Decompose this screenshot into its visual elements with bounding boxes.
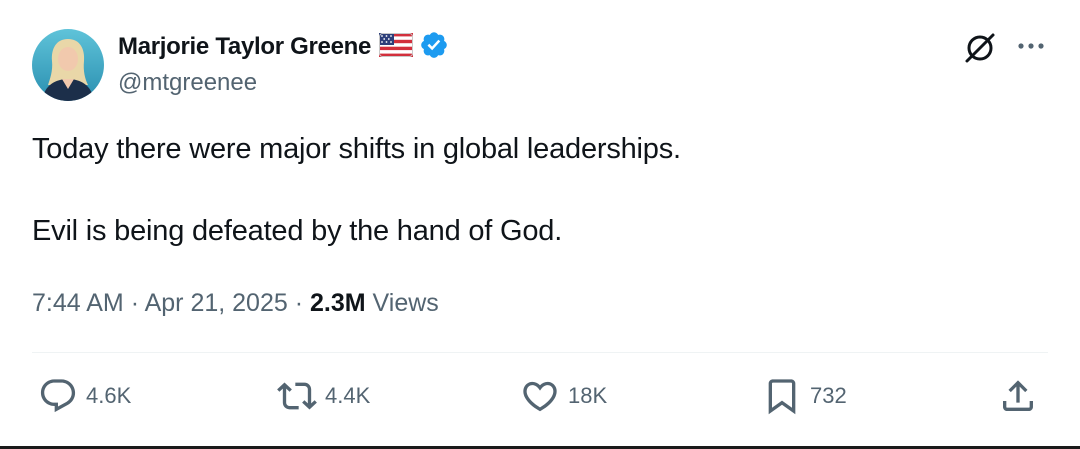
tweet-meta: 7:44 AM · Apr 21, 2025 · 2.3M Views bbox=[32, 289, 439, 318]
bookmark-button[interactable]: 732 bbox=[762, 376, 847, 416]
author-name[interactable]: Marjorie Taylor Greene bbox=[118, 33, 371, 61]
bookmark-icon bbox=[768, 379, 796, 415]
grok-icon[interactable] bbox=[962, 30, 998, 66]
tweet-time[interactable]: 7:44 AM bbox=[32, 289, 124, 317]
divider bbox=[32, 352, 1048, 353]
repost-count: 4.4K bbox=[325, 383, 371, 408]
author-handle[interactable]: @mtgreenee bbox=[118, 69, 257, 97]
reply-button[interactable]: 4.6K bbox=[38, 376, 131, 416]
reply-icon bbox=[40, 379, 76, 413]
tweet-date[interactable]: Apr 21, 2025 bbox=[145, 289, 288, 317]
repost-button[interactable]: 4.4K bbox=[277, 376, 370, 416]
more-options-icon[interactable] bbox=[1015, 34, 1047, 58]
us-flag-icon bbox=[379, 32, 414, 62]
repost-icon bbox=[277, 382, 317, 410]
tweet-text-line: Evil is being defeated by the hand of Go… bbox=[32, 215, 563, 247]
meta-separator: · bbox=[294, 289, 310, 317]
views-label: Views bbox=[372, 289, 439, 317]
author-name-row[interactable]: Marjorie Taylor Greene bbox=[118, 30, 449, 65]
share-icon bbox=[1003, 380, 1033, 411]
views-count: 2.3M bbox=[310, 289, 366, 317]
verified-badge-icon[interactable] bbox=[419, 30, 449, 65]
reply-count: 4.6K bbox=[86, 383, 132, 408]
like-button[interactable]: 18K bbox=[520, 376, 607, 416]
tweet-text-line: Today there were major shifts in global … bbox=[32, 133, 681, 165]
bookmark-count: 732 bbox=[810, 383, 847, 408]
heart-icon bbox=[523, 381, 557, 412]
avatar[interactable] bbox=[32, 29, 104, 101]
meta-separator: · bbox=[130, 289, 145, 317]
share-button[interactable] bbox=[998, 376, 1046, 416]
like-count: 18K bbox=[568, 383, 608, 408]
tweet-card: Marjorie Taylor Greene @mtgreenee Today … bbox=[0, 0, 1080, 449]
